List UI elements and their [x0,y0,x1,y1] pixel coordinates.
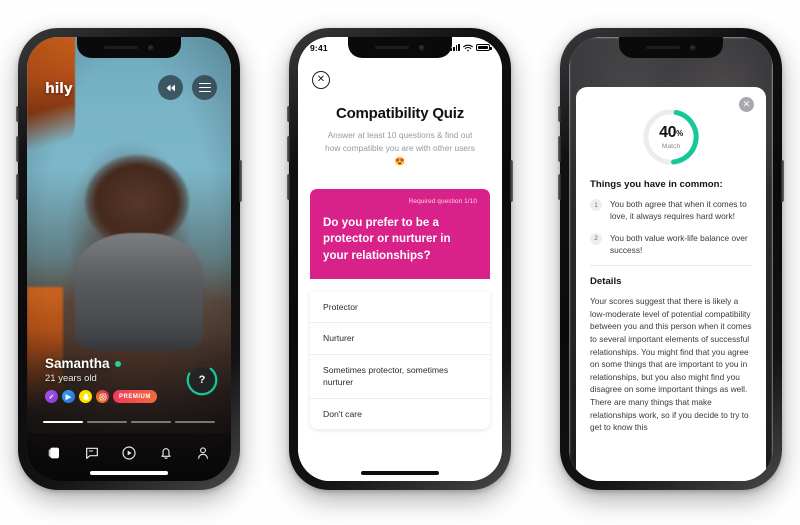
online-status-dot [114,360,121,367]
list-item: 1 You both agree that when it comes to l… [590,198,752,223]
match-label: Match [661,142,681,150]
question-text: Do you prefer to be a protector or nurtu… [323,216,451,262]
phone-2-frame: 9:41 ✕ Compatibility Quiz Answer at leas… [287,28,513,490]
earpiece-speaker [104,46,138,49]
match-percent-value: 40 [659,123,677,141]
page-subtitle: Answer at least 10 questions & find out … [325,130,475,167]
common-section: Things you have in common: 1 You both ag… [576,179,766,256]
section-divider [590,265,752,267]
item-text: You both agree that when it comes to lov… [610,199,747,222]
battery-icon [476,44,492,51]
phone-2-screen: 9:41 ✕ Compatibility Quiz Answer at leas… [298,37,502,481]
rewind-button[interactable] [158,75,183,100]
page-title: Compatibility Quiz [335,105,465,122]
video-badge[interactable]: ▶ [62,390,75,403]
earpiece-speaker [646,46,680,49]
answer-list: Protector Nurturer Sometimes protector, … [310,292,490,430]
ghost-icon [82,393,89,400]
status-time: 9:41 [310,42,328,53]
snapchat-badge[interactable] [79,390,92,403]
match-center-label: 40% Match [640,106,702,168]
notch [77,37,181,58]
phone-3-screen: ✕ 40% Match Things you have in common: 1… [569,37,773,481]
premium-badge[interactable]: PREMIUM [113,390,157,403]
chat-icon [86,447,99,459]
hily-logo: hily [45,81,73,97]
instagram-icon [99,393,106,400]
screenshot-stage: hily ? Samantha 21 years old ✓ ▶ PREMIUM… [0,0,800,525]
question-card: Required question 1/10 Do you prefer to … [310,189,490,280]
close-button[interactable]: ✕ [739,97,754,112]
tab-stories[interactable] [120,445,137,462]
scroll-fade [576,451,766,481]
close-button[interactable]: ✕ [312,71,330,89]
answer-option[interactable]: Sometimes protector, sometimes nurturer [310,355,490,399]
tab-notifications[interactable] [157,445,174,462]
tab-cards[interactable] [47,445,64,462]
profile-name-row: Samantha [45,356,157,371]
details-section: Details Your scores suggest that there i… [576,276,766,434]
details-text: Your scores suggest that there is likely… [590,296,752,433]
item-text: You both value work-life balance over su… [610,232,748,255]
silent-switch [287,106,290,122]
earpiece-speaker [375,46,409,49]
match-donut: 40% Match [640,106,702,168]
notch [348,37,452,58]
top-actions [158,75,217,100]
profile-age: 21 years old [45,373,97,384]
progress-segment[interactable] [175,421,215,423]
profile-info: Samantha 21 years old ✓ ▶ PREMIUM [45,356,157,403]
silent-switch [558,106,561,122]
tab-profile[interactable] [194,445,211,462]
details-heading: Details [590,276,622,288]
answer-option[interactable]: Protector [310,292,490,324]
cards-icon [49,447,60,459]
phone-1-screen: hily ? Samantha 21 years old ✓ ▶ PREMIUM [27,37,231,481]
profile-name: Samantha [45,356,110,371]
profile-badges: ✓ ▶ PREMIUM [45,390,157,403]
power-button [781,160,784,202]
photo-vignette [27,37,231,481]
front-camera [690,44,696,51]
phone-3-frame: ✕ 40% Match Things you have in common: 1… [558,28,784,490]
photo-detail-layer [27,37,231,481]
photo-progress-bar[interactable] [43,421,215,423]
item-number: 1 [590,199,602,211]
home-indicator[interactable] [90,471,168,475]
result-sheet: ✕ 40% Match Things you have in common: 1… [576,87,766,481]
answer-option[interactable]: Nurturer [310,323,490,355]
bell-icon [161,448,171,459]
answer-option[interactable]: Don't care [310,399,490,429]
play-circle-icon [122,446,136,460]
question-required-label: Required question 1/10 [408,198,477,205]
filter-icon [198,82,211,93]
power-button [239,160,242,202]
silent-switch [16,106,19,122]
instagram-badge[interactable] [96,390,109,403]
person-icon [197,447,208,459]
wifi-icon [463,44,473,51]
home-indicator[interactable] [361,471,439,475]
rewind-icon [166,84,175,91]
status-icons [450,44,492,52]
power-button [510,160,513,202]
progress-segment[interactable] [43,421,83,423]
item-number: 2 [590,232,602,245]
list-item: 2 You both value work-life balance over … [590,232,752,257]
percent-symbol: % [676,128,683,138]
quiz-fab-button[interactable]: ? [189,367,215,393]
progress-segment[interactable] [131,421,171,423]
match-score-wrap: 40% Match [576,95,766,179]
common-heading: Things you have in common: [590,179,723,190]
filter-button[interactable] [192,75,217,100]
tab-chat[interactable] [84,445,101,462]
verified-badge[interactable]: ✓ [45,390,58,403]
phone-1-frame: hily ? Samantha 21 years old ✓ ▶ PREMIUM [16,28,242,490]
front-camera [419,44,425,51]
progress-segment[interactable] [87,421,127,423]
match-percent: 40% [659,123,683,141]
notch [619,37,723,58]
front-camera [148,44,154,51]
